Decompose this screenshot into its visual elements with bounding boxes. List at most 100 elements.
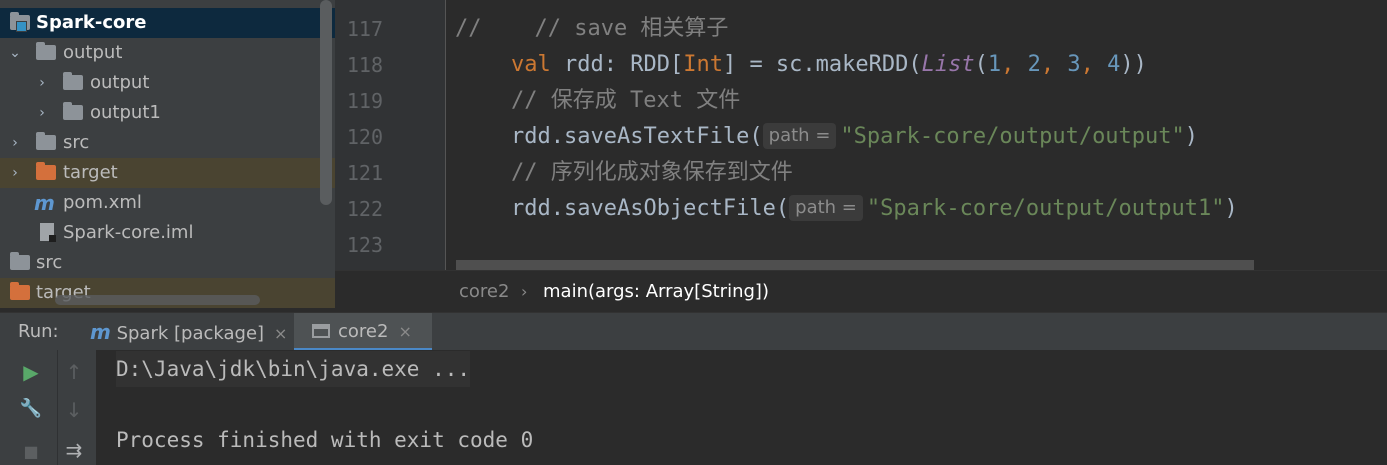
code-token: rdd: RDD[: [550, 52, 684, 77]
toolbar-divider: [57, 350, 58, 465]
tree-item-src-root[interactable]: src: [0, 248, 335, 278]
code-line-119[interactable]: // 保存成 Text 文件: [511, 83, 740, 119]
run-panel-title: Run:: [18, 321, 59, 342]
folder-icon: [63, 72, 83, 90]
maven-icon: m: [90, 320, 111, 344]
chevron-right-icon[interactable]: ›: [35, 98, 49, 128]
tab-label: core2: [338, 321, 389, 342]
tree-vertical-scrollbar[interactable]: [320, 0, 332, 205]
breadcrumb-item-object[interactable]: core2: [459, 271, 509, 313]
tree-item-spark-core-module[interactable]: Spark-core: [0, 8, 335, 38]
chevron-right-icon[interactable]: ›: [8, 158, 22, 188]
tree-item-label: Spark-core: [36, 12, 147, 33]
line-number: 121: [346, 161, 383, 185]
code-token: ): [1224, 196, 1238, 221]
tree-item-pom-xml[interactable]: m pom.xml: [0, 188, 335, 218]
folder-icon: [36, 132, 56, 150]
folder-icon: [36, 42, 56, 60]
line-number: 123: [346, 233, 383, 257]
run-tool-window-header: Run: m Spark [package] × core2 ×: [0, 312, 1387, 351]
tree-item-output[interactable]: ⌄ output: [0, 38, 335, 68]
code-token: ,: [1080, 52, 1108, 77]
code-token: Int: [683, 52, 723, 77]
line-number: 117: [346, 17, 383, 41]
tab-spark-package[interactable]: m Spark [package] ×: [84, 313, 293, 351]
code-token: List: [921, 52, 975, 77]
code-token: "Spark-core/output/output1": [866, 196, 1225, 221]
tree-item-target[interactable]: › target: [0, 158, 335, 188]
code-token: 2: [1027, 52, 1041, 77]
project-tree: Spark-core ⌄ output › output › output1 ›…: [0, 0, 335, 308]
soft-wrap-icon[interactable]: ⇉: [59, 438, 89, 462]
code-editor[interactable]: 117 118 119 120 121 122 123 // // save 相…: [335, 0, 1387, 270]
chevron-right-icon[interactable]: ›: [8, 128, 22, 158]
console-output[interactable]: D:\Java\jdk\bin\java.exe ... Process fin…: [96, 350, 1387, 465]
code-token: ] = sc.makeRDD(: [722, 52, 922, 77]
code-token: 4: [1107, 52, 1121, 77]
tree-item-src[interactable]: › src: [0, 128, 335, 158]
close-icon[interactable]: ×: [398, 322, 411, 341]
code-line-122[interactable]: rdd.saveAsObjectFile(path = "Spark-core/o…: [511, 191, 1238, 227]
tree-item-label: src: [63, 132, 90, 153]
code-line-120[interactable]: rdd.saveAsTextFile(path = "Spark-core/out…: [511, 119, 1198, 155]
code-token: ,: [1001, 52, 1028, 77]
tab-label: Spark [package]: [116, 323, 265, 344]
module-folder-icon: [10, 12, 30, 32]
arrow-down-icon[interactable]: ↓: [59, 398, 89, 422]
code-token: rdd.saveAsObjectFile(: [511, 196, 790, 221]
gutter-divider: [445, 0, 446, 270]
close-icon[interactable]: ×: [274, 324, 287, 343]
line-number: 122: [346, 197, 383, 221]
tree-item-spark-core-iml[interactable]: Spark-core.iml: [0, 218, 335, 248]
tree-item-output-output[interactable]: › output: [0, 68, 335, 98]
console-command-line: D:\Java\jdk\bin\java.exe ...: [116, 351, 471, 387]
tree-horizontal-scrollbar[interactable]: [55, 295, 260, 305]
code-token: 1: [987, 52, 1002, 77]
code-token: )): [1120, 52, 1147, 77]
excluded-folder-icon: [10, 282, 30, 300]
code-line-117[interactable]: // // save 相关算子: [455, 11, 728, 47]
line-number-gutter: 117 118 119 120 121 122 123: [335, 0, 445, 270]
line-number: 118: [346, 53, 383, 77]
tree-item-label: output: [63, 42, 123, 63]
code-line-121[interactable]: // 序列化成对象保存到文件: [511, 155, 793, 191]
arrow-up-icon[interactable]: ↑: [59, 360, 89, 384]
code-line-118[interactable]: val rdd: RDD[Int] = sc.makeRDD(List(1, 2…: [511, 47, 1147, 83]
excluded-folder-icon: [36, 162, 56, 180]
code-token: (: [974, 52, 988, 77]
line-number: 119: [346, 89, 383, 113]
breadcrumb-separator: ›: [521, 282, 528, 301]
tree-item-label: src: [36, 252, 63, 273]
code-token: rdd.saveAsTextFile(: [511, 124, 763, 149]
folder-icon: [63, 102, 83, 120]
run-icon[interactable]: ▶: [16, 360, 46, 384]
editor-horizontal-scrollbar[interactable]: [456, 260, 1254, 270]
iml-file-icon: [40, 223, 56, 242]
tab-core2[interactable]: core2 ×: [294, 313, 432, 351]
stop-icon[interactable]: ■: [16, 442, 46, 461]
wrench-icon[interactable]: 🔧: [16, 398, 46, 419]
run-toolbar: ▶ ↑ 🔧 ↓ ■ ⇉: [0, 350, 96, 465]
line-number: 120: [346, 125, 383, 149]
code-token: ,: [1040, 52, 1068, 77]
breadcrumb-item-method[interactable]: main(args: Array[String]): [543, 271, 769, 313]
tree-item-label: Spark-core.iml: [63, 222, 194, 243]
breadcrumb: core2 › main(args: Array[String]): [335, 270, 1387, 313]
code-token: "Spark-core/output/output": [840, 124, 1185, 149]
tree-item-label: pom.xml: [63, 192, 142, 213]
tree-item-label: output: [90, 72, 150, 93]
chevron-down-icon[interactable]: ⌄: [8, 38, 22, 68]
tree-item-label: output1: [90, 102, 161, 123]
parameter-hint: path =: [789, 195, 863, 221]
code-token: 3: [1067, 52, 1081, 77]
tree-item-label: target: [63, 162, 118, 183]
folder-icon: [10, 252, 30, 270]
parameter-hint: path =: [762, 123, 837, 149]
console-exit-message: Process finished with exit code 0: [116, 428, 534, 452]
tree-item-output1[interactable]: › output1: [0, 98, 335, 128]
chevron-right-icon[interactable]: ›: [35, 68, 49, 98]
code-token: val: [511, 52, 551, 77]
maven-icon: m: [34, 191, 55, 215]
console-icon: [312, 324, 330, 338]
code-token: ): [1184, 124, 1199, 149]
